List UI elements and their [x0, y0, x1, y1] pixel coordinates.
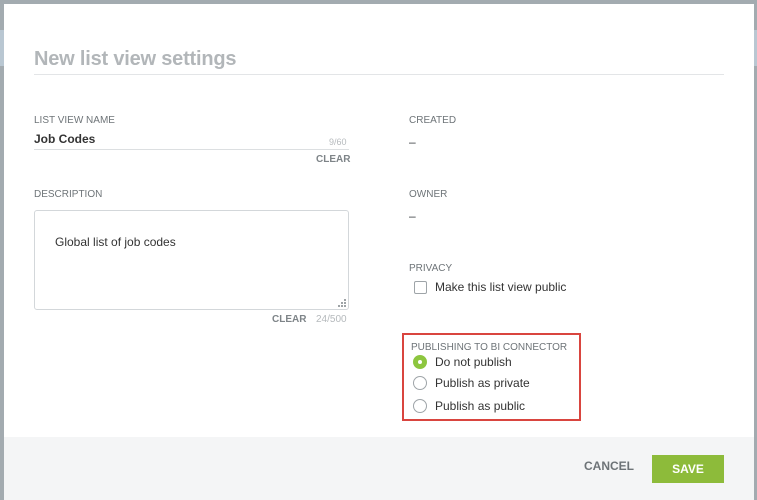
description-text: Global list of job codes: [55, 235, 176, 249]
publishing-label: PUBLISHING TO BI CONNECTOR: [411, 342, 568, 353]
radio-publish-private[interactable]: Publish as private: [413, 376, 530, 390]
radio-button-selected[interactable]: [413, 355, 427, 369]
list-view-name-input[interactable]: Job Codes: [34, 132, 349, 150]
radio-publish-public[interactable]: Publish as public: [413, 399, 525, 413]
make-public-label: Make this list view public: [435, 280, 567, 294]
owner-label: OWNER: [409, 189, 448, 200]
save-button[interactable]: SAVE: [652, 455, 724, 483]
resize-grip-icon[interactable]: [338, 299, 346, 307]
dialog-footer: CANCEL SAVE: [4, 437, 754, 500]
description-textarea[interactable]: Global list of job codes: [34, 210, 349, 310]
description-label: DESCRIPTION: [34, 189, 103, 200]
created-label: CREATED: [409, 115, 457, 126]
owner-value: –: [409, 209, 416, 223]
dialog-title: New list view settings: [34, 48, 237, 70]
make-public-checkbox[interactable]: [414, 280, 427, 294]
title-divider: [34, 74, 724, 75]
cancel-button[interactable]: CANCEL: [584, 459, 634, 473]
created-value: –: [409, 135, 416, 149]
description-clear-button[interactable]: CLEAR: [272, 314, 306, 325]
privacy-label: PRIVACY: [409, 263, 453, 274]
radio-button[interactable]: [413, 376, 427, 390]
radio-button[interactable]: [413, 399, 427, 413]
publishing-section: PUBLISHING TO BI CONNECTOR Do not publis…: [402, 333, 581, 421]
list-view-settings-dialog: New list view settings LIST VIEW NAME Jo…: [4, 4, 754, 500]
make-public-checkbox-row[interactable]: Make this list view public: [414, 280, 566, 294]
radio-label: Publish as private: [435, 376, 530, 390]
name-clear-button[interactable]: CLEAR: [316, 154, 350, 165]
description-char-counter: 24/500: [316, 314, 347, 325]
radio-do-not-publish[interactable]: Do not publish: [413, 355, 512, 369]
radio-label: Publish as public: [435, 399, 526, 413]
radio-label: Do not publish: [435, 355, 512, 369]
list-view-name-label: LIST VIEW NAME: [34, 115, 115, 126]
name-char-counter: 9/60: [329, 137, 347, 147]
